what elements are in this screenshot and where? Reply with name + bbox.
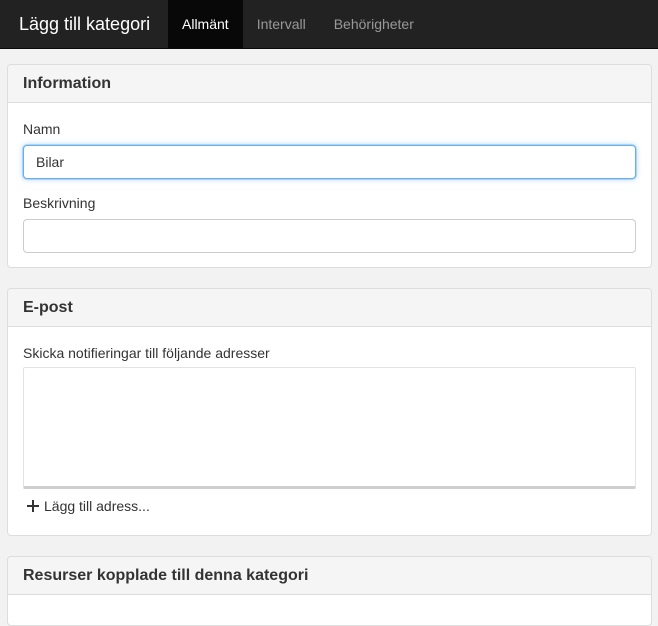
email-panel: E-post Skicka notifieringar till följand…	[7, 288, 652, 536]
name-label: Namn	[23, 121, 61, 137]
name-input[interactable]	[23, 145, 636, 179]
plus-icon	[27, 500, 39, 512]
top-navbar: Lägg till kategori Allmänt Intervall Beh…	[0, 0, 658, 49]
page-title: Lägg till kategori	[19, 14, 151, 34]
information-heading: Information	[8, 65, 651, 103]
notify-label: Skicka notifieringar till följande adres…	[23, 345, 270, 361]
description-input[interactable]	[23, 219, 636, 253]
description-label: Beskrivning	[23, 195, 96, 211]
resources-panel: Resurser kopplade till denna kategori	[7, 556, 652, 626]
resources-heading: Resurser kopplade till denna kategori	[8, 557, 651, 595]
tab-behorigheter[interactable]: Behörigheter	[320, 0, 428, 49]
email-address-list[interactable]	[23, 367, 636, 489]
add-address-link[interactable]: Lägg till adress...	[27, 497, 150, 515]
add-address-label: Lägg till adress...	[44, 498, 150, 514]
information-panel: Information Namn Beskrivning	[7, 64, 652, 268]
tab-intervall[interactable]: Intervall	[243, 0, 320, 49]
email-heading: E-post	[8, 289, 651, 327]
tab-allmant[interactable]: Allmänt	[168, 0, 243, 49]
tab-bar: Allmänt Intervall Behörigheter	[168, 0, 428, 49]
